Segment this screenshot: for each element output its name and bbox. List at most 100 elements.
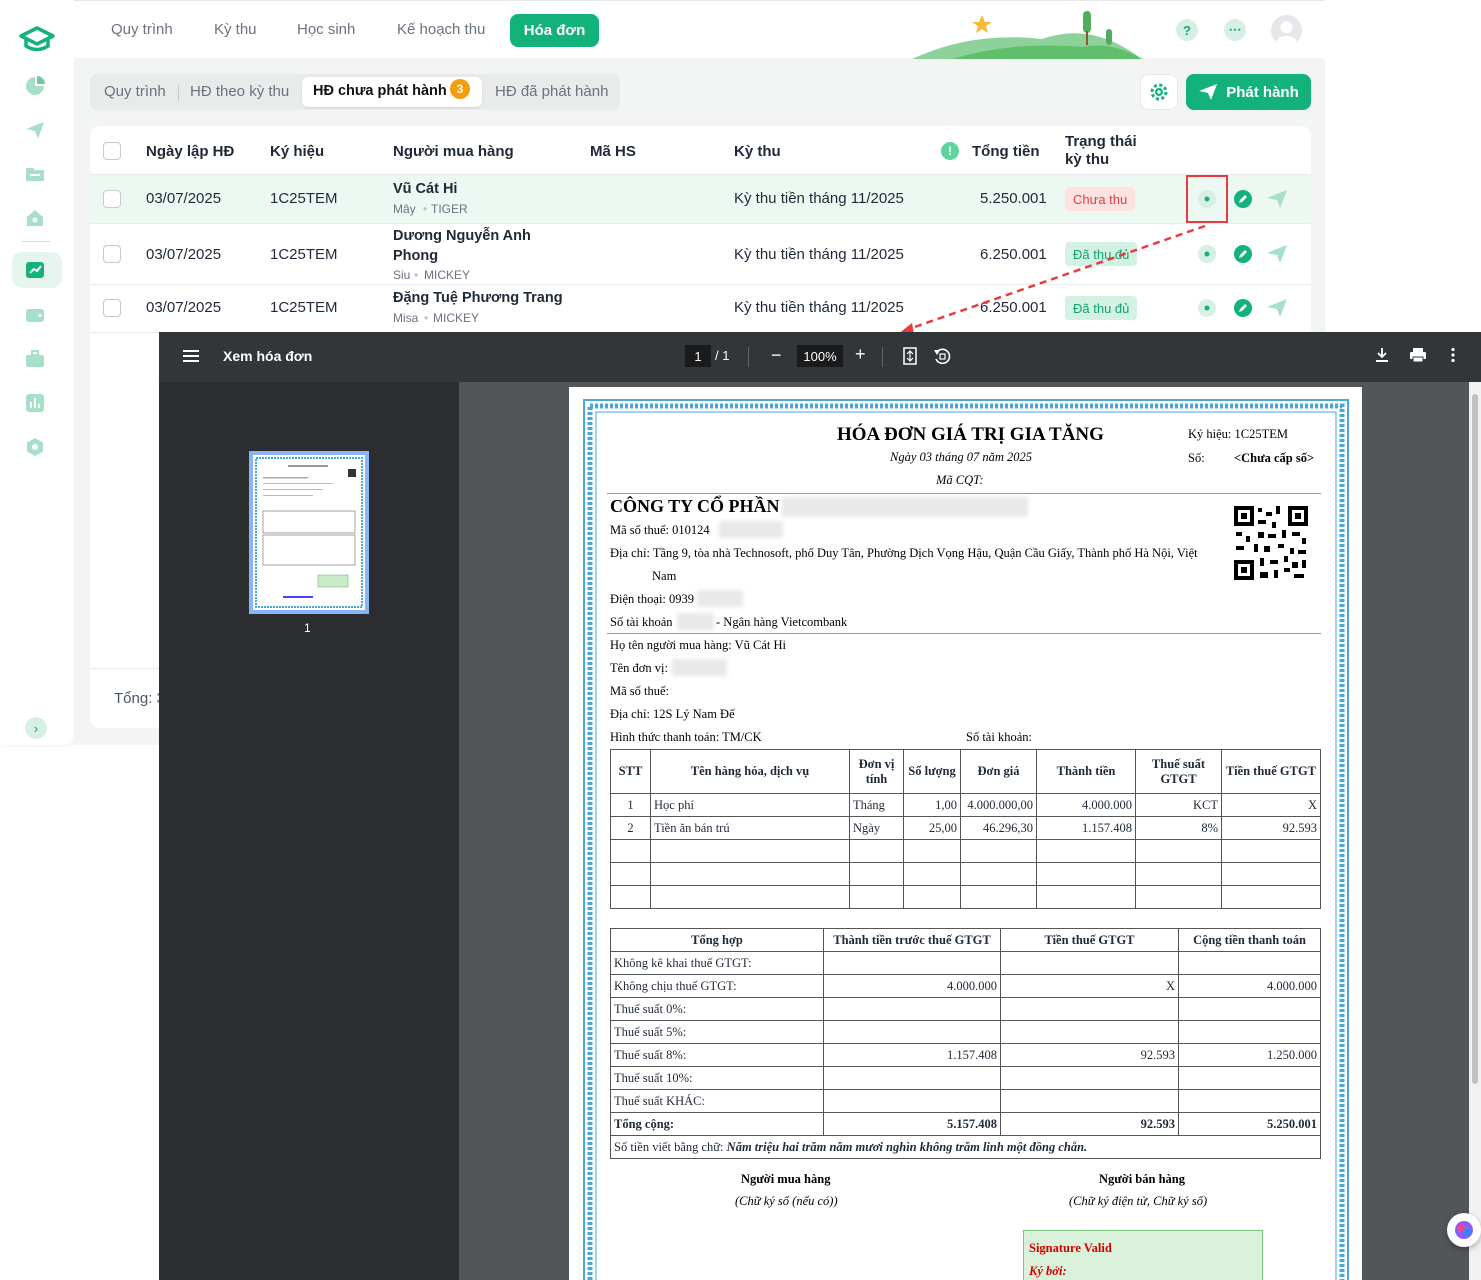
info-icon[interactable]: !: [941, 142, 959, 160]
row-class: Mây: [393, 202, 416, 216]
summary-total: 1.250.000: [1178, 1043, 1321, 1067]
zoom-in-icon[interactable]: +: [855, 344, 866, 365]
seller-address-line2: Nam: [652, 569, 677, 583]
col-student-code[interactable]: Mã HS: [590, 143, 636, 160]
wallet-icon[interactable]: [22, 302, 48, 328]
edit-icon[interactable]: [1232, 297, 1254, 319]
zoom-out-icon[interactable]: −: [771, 345, 782, 366]
signature-valid: Signature Valid: [1029, 1241, 1112, 1255]
col-total[interactable]: Tổng tiền: [972, 143, 1040, 160]
nav-ky-thu[interactable]: Kỳ thu: [214, 21, 257, 38]
buyer-unit: Tên đơn vị:: [610, 661, 668, 675]
buyer-address: Địa chỉ: 12S Lý Nam Đế: [610, 707, 735, 721]
item-rate: KCT: [1135, 793, 1222, 817]
send-icon[interactable]: [1266, 188, 1288, 210]
home-heart-icon[interactable]: [22, 205, 48, 231]
summary-label: Không kê khai thuế GTGT:: [610, 951, 824, 975]
summary-total: [1178, 1020, 1321, 1044]
seg-hd-theo-ky-thu[interactable]: HĐ theo kỳ thu: [190, 83, 289, 100]
edit-icon[interactable]: [1232, 243, 1254, 265]
item-row: 2 Tiền ăn bán trú Ngày 25,00 46.296,30 1…: [610, 816, 1321, 840]
seg-hd-chua-phat-hanh[interactable]: HĐ chưa phát hành: [313, 83, 447, 99]
summary-label: Thuế suất 5%:: [610, 1020, 824, 1044]
items-col-rate: Thuế suất GTGT: [1135, 749, 1222, 794]
download-icon[interactable]: [1375, 347, 1389, 363]
folder-icon[interactable]: [22, 161, 48, 187]
send-icon[interactable]: [1266, 243, 1288, 265]
amount-in-words: Số tiền viết bằng chữ: Năm triệu hai tră…: [610, 1135, 1321, 1159]
nav-hoc-sinh[interactable]: Học sinh: [297, 21, 355, 38]
more-icon[interactable]: ⋯: [1224, 19, 1246, 41]
item-row-empty: [610, 885, 1321, 909]
scrollbar[interactable]: [1469, 382, 1481, 1280]
divider: [607, 633, 1321, 634]
invoice-title: HÓA ĐƠN GIÁ TRỊ GIA TĂNG: [837, 424, 1104, 445]
page-input[interactable]: 1: [685, 345, 711, 367]
item-row-empty: [610, 839, 1321, 863]
edit-icon[interactable]: [1232, 188, 1254, 210]
gear-icon: [1150, 83, 1168, 101]
invoice-chart-icon[interactable]: [22, 257, 48, 283]
seg-hd-da-phat-hanh[interactable]: HĐ đã phát hành: [495, 83, 608, 100]
summary-row: Thuế suất KHÁC:: [610, 1089, 1321, 1113]
zoom-input[interactable]: 100%: [797, 345, 843, 367]
rotate-icon[interactable]: [933, 347, 951, 365]
items-col-qty: Số lượng: [903, 749, 961, 794]
more-vert-icon[interactable]: [1451, 347, 1455, 363]
summary-col-group: Tổng hợp: [610, 928, 824, 952]
nav-hoa-don[interactable]: Hóa đơn: [510, 14, 599, 47]
assistant-button[interactable]: [1447, 1213, 1481, 1247]
invoice-segment-tabs: Quy trình HĐ theo kỳ thu HĐ chưa phát hà…: [90, 74, 620, 110]
app-logo[interactable]: [18, 24, 56, 54]
nav-quy-trinh[interactable]: Quy trình: [111, 21, 173, 38]
dot-separator: •: [424, 311, 429, 325]
col-status[interactable]: Trạng thái: [1065, 133, 1137, 150]
publish-label: Phát hành: [1226, 83, 1299, 101]
publish-button[interactable]: Phát hành: [1186, 74, 1311, 110]
print-icon[interactable]: [1409, 347, 1427, 363]
settings-button[interactable]: [1140, 74, 1178, 110]
items-col-unit: Đơn vị tính: [849, 749, 904, 794]
col-date[interactable]: Ngày lập HĐ: [146, 143, 234, 160]
buyer-tax-code: Mã số thuế:: [610, 684, 670, 698]
bar-chart-icon[interactable]: [22, 390, 48, 416]
top-nav: Quy trình Kỳ thu Học sinh Kế hoạch thu H…: [74, 0, 1325, 59]
fit-page-icon[interactable]: [903, 347, 917, 365]
summary-total: 4.000.000: [1178, 974, 1321, 998]
avatar[interactable]: [1271, 15, 1302, 46]
row-buyer: Đặng Tuệ Phương Trang: [393, 290, 563, 306]
select-all-checkbox[interactable]: [103, 142, 121, 160]
briefcase-icon[interactable]: [22, 346, 48, 372]
summary-pretax: [823, 1089, 1001, 1113]
col-buyer[interactable]: Người mua hàng: [393, 143, 514, 160]
invoice-date: Ngày 03 tháng 07 năm 2025: [890, 450, 1033, 464]
item-stt: 2: [610, 816, 651, 840]
seg-quy-trinh[interactable]: Quy trình: [104, 83, 166, 100]
table-row[interactable]: 03/07/2025 1C25TEM Vũ Cát Hi Mây • TIGER…: [90, 174, 1311, 223]
row-total: 5.250.001: [980, 190, 1047, 207]
row-checkbox[interactable]: [103, 299, 121, 317]
row-checkbox[interactable]: [103, 245, 121, 263]
row-checkbox[interactable]: [103, 190, 121, 208]
item-rate: 8%: [1135, 816, 1222, 840]
sidebar-divider: [22, 241, 50, 242]
toolbar-separator: [748, 347, 749, 367]
seller-sign-note: (Chữ ký điện tử, Chữ ký số): [1069, 1194, 1208, 1208]
send-icon[interactable]: [1266, 297, 1288, 319]
send-icon: [1199, 84, 1218, 100]
viewer-title: Xem hóa đơn: [223, 348, 313, 364]
col-symbol[interactable]: Ký hiệu: [270, 143, 324, 160]
settings-icon[interactable]: [22, 434, 48, 460]
nav-ke-hoach-thu[interactable]: Kế hoạch thu: [397, 21, 485, 38]
help-icon[interactable]: ?: [1176, 19, 1198, 41]
col-period[interactable]: Kỳ thu: [734, 143, 781, 160]
page-thumbnail[interactable]: [249, 451, 369, 614]
redacted-tax: [719, 521, 783, 538]
summary-label: Thuế suất 8%:: [610, 1043, 824, 1067]
summary-label: Tổng cộng:: [610, 1112, 824, 1136]
expand-sidebar-icon[interactable]: ›: [25, 717, 47, 739]
table-total: Tổng: 3: [114, 690, 165, 707]
dashboard-icon[interactable]: [22, 73, 48, 99]
menu-icon[interactable]: [183, 349, 199, 363]
send-icon[interactable]: [22, 117, 48, 143]
